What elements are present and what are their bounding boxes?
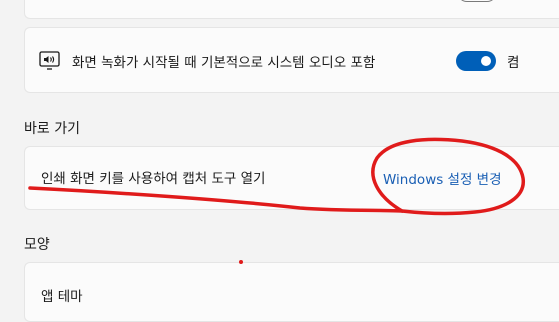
app-theme-card[interactable]: 앱 테마: [24, 262, 559, 322]
toggle-knob: [481, 56, 491, 66]
include-system-audio-toggle[interactable]: [456, 51, 496, 71]
change-windows-settings-link[interactable]: Windows 설정 변경: [383, 168, 502, 188]
shortcut-section-title: 바로 가기: [24, 121, 80, 137]
appearance-section-title: 모양: [24, 237, 50, 253]
previous-setting-card: [24, 0, 559, 19]
app-theme-label: 앱 테마: [41, 289, 83, 305]
previous-toggle[interactable]: [457, 0, 497, 2]
print-screen-label: 인쇄 화면 키를 사용하여 캡처 도구 열기: [41, 171, 266, 187]
include-system-audio-card: 화면 녹화가 시작될 때 기본적으로 시스템 오디오 포함 켬: [24, 27, 559, 93]
print-screen-card: 인쇄 화면 키를 사용하여 캡처 도구 열기 Windows 설정 변경: [24, 146, 559, 210]
screen-audio-icon: [38, 50, 62, 72]
include-system-audio-label: 화면 녹화가 시작될 때 기본적으로 시스템 오디오 포함: [72, 55, 376, 71]
toggle-state-label: 켬: [507, 55, 520, 71]
